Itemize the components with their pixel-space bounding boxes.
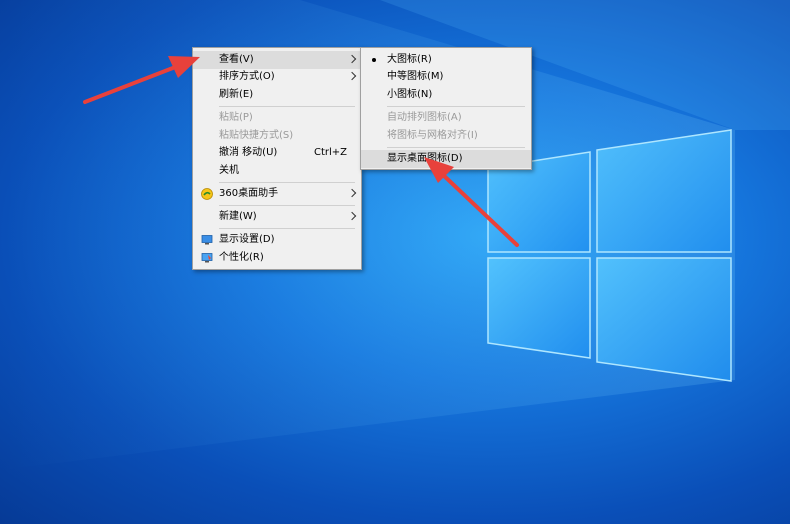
submenu-item-medium-icons[interactable]: 中等图标(M) (361, 68, 531, 86)
menu-item-new[interactable]: 新建(W) (193, 208, 361, 226)
menu-item-shutdown[interactable]: 关机 (193, 162, 361, 180)
submenu-item-align-to-grid[interactable]: 将图标与网格对齐(I) (361, 127, 531, 145)
chevron-right-icon (347, 71, 357, 81)
submenu-item-large-icons[interactable]: 大图标(R) (361, 51, 531, 69)
menu-separator (219, 106, 355, 107)
menu-item-360-assistant[interactable]: 360桌面助手 (193, 185, 361, 203)
menu-item-undo-move[interactable]: 撤消 移动(U) Ctrl+Z (193, 144, 361, 162)
menu-separator (219, 205, 355, 206)
chevron-right-icon (347, 54, 357, 64)
selected-bullet-icon (372, 58, 376, 62)
shortcut-text: Ctrl+Z (313, 147, 347, 158)
menu-separator (219, 228, 355, 229)
menu-item-sort-by[interactable]: 排序方式(O) (193, 68, 361, 86)
menu-item-personalize[interactable]: 个性化(R) (193, 249, 361, 267)
chevron-right-icon (347, 211, 357, 221)
360-icon (201, 188, 213, 200)
menu-separator (387, 147, 525, 148)
submenu-item-auto-arrange[interactable]: 自动排列图标(A) (361, 109, 531, 127)
view-submenu: 大图标(R) 中等图标(M) 小图标(N) 自动排列图标(A) 将图标与网格对齐… (360, 47, 532, 170)
menu-separator (219, 182, 355, 183)
submenu-item-show-desktop-icons[interactable]: 显示桌面图标(D) (361, 150, 531, 168)
menu-item-paste-shortcut[interactable]: 粘贴快捷方式(S) (193, 127, 361, 145)
menu-separator (387, 106, 525, 107)
menu-item-paste[interactable]: 粘贴(P) (193, 109, 361, 127)
personalize-icon (201, 253, 213, 263)
desktop-context-menu: 查看(V) 排序方式(O) 刷新(E) 粘贴(P) 粘贴快捷方式(S) 撤消 移… (192, 47, 362, 270)
chevron-right-icon (347, 188, 357, 198)
submenu-item-small-icons[interactable]: 小图标(N) (361, 86, 531, 104)
display-settings-icon (201, 235, 213, 245)
menu-item-refresh[interactable]: 刷新(E) (193, 86, 361, 104)
menu-item-view[interactable]: 查看(V) (193, 51, 361, 69)
menu-item-display-settings[interactable]: 显示设置(D) (193, 231, 361, 249)
